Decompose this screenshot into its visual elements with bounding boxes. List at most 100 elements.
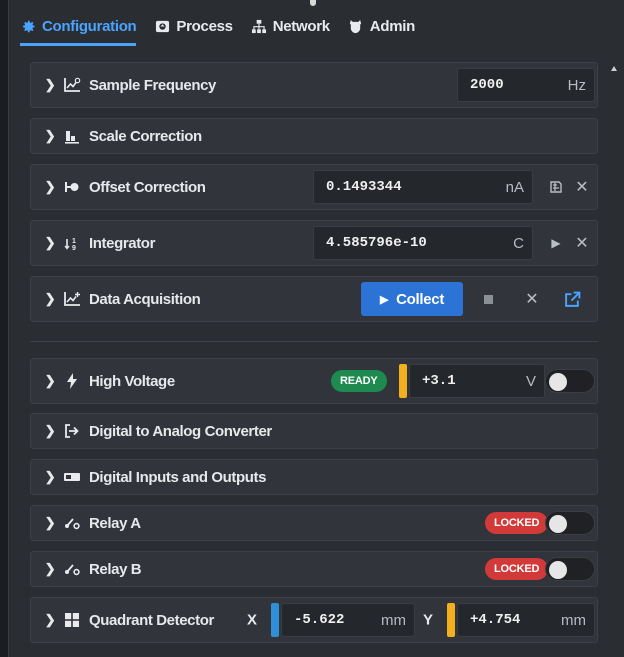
stop-icon[interactable] xyxy=(477,288,499,310)
tab-admin[interactable]: Admin xyxy=(348,18,415,43)
row-label: Digital to Analog Converter xyxy=(89,422,272,440)
scale-icon xyxy=(63,127,81,145)
row-label: Relay B xyxy=(89,560,142,578)
row-dio[interactable]: ❯ Digital Inputs and Outputs xyxy=(30,459,598,495)
relay-b-toggle[interactable] xyxy=(545,557,595,581)
field-unit: nA xyxy=(505,178,524,196)
row-label: Integrator xyxy=(89,234,156,252)
scrollbar[interactable] xyxy=(608,62,620,657)
window-grip[interactable] xyxy=(310,0,316,6)
row-relay-b[interactable]: ❯ Relay B LOCKED xyxy=(30,551,598,587)
gear-icon xyxy=(20,19,36,35)
row-offset-correction[interactable]: ❯ Offset Correction 0.1493344 nA ✕ xyxy=(30,164,598,210)
field-unit: mm xyxy=(381,611,406,629)
process-icon xyxy=(154,19,170,35)
external-link-icon[interactable] xyxy=(561,288,583,310)
y-level-bar xyxy=(447,603,455,637)
svg-text:9: 9 xyxy=(72,245,76,251)
high-voltage-toggle[interactable] xyxy=(545,369,595,393)
row-dac[interactable]: ❯ Digital to Analog Converter xyxy=(30,413,598,449)
chevron-right-icon: ❯ xyxy=(44,235,56,250)
integral-sort-icon: 19 xyxy=(63,234,81,252)
relay-switch-icon xyxy=(63,514,81,532)
row-scale-correction[interactable]: ❯ Scale Correction xyxy=(30,118,598,154)
network-icon xyxy=(251,19,267,35)
row-label: Scale Correction xyxy=(89,127,202,145)
field-value: 0.1493344 xyxy=(326,179,402,195)
row-sample-frequency[interactable]: ❯ Sample Frequency 2000 Hz xyxy=(30,62,598,108)
close-icon[interactable]: ✕ xyxy=(571,232,593,254)
chevron-right-icon: ❯ xyxy=(44,612,56,627)
chevron-right-icon: ❯ xyxy=(44,77,56,92)
field-value: 2000 xyxy=(470,77,504,93)
tab-process-label: Process xyxy=(176,18,233,35)
offset-correction-input[interactable]: 0.1493344 nA xyxy=(313,170,533,204)
auto-zero-icon[interactable] xyxy=(545,176,567,198)
field-value: +3.1 xyxy=(422,373,456,389)
chevron-right-icon: ❯ xyxy=(44,291,56,306)
row-label: Digital Inputs and Outputs xyxy=(89,468,267,486)
y-axis-label: Y xyxy=(423,611,434,629)
relay-a-toggle[interactable] xyxy=(545,511,595,535)
x-axis-label: X xyxy=(247,611,258,629)
close-icon[interactable]: ✕ xyxy=(521,288,543,310)
status-badge: READY xyxy=(331,370,387,392)
toggle-knob xyxy=(549,515,567,533)
status-badge: LOCKED xyxy=(485,512,549,534)
grid-icon xyxy=(63,611,81,629)
quadrant-x-input[interactable]: -5.622 mm xyxy=(281,603,415,637)
row-label: Relay A xyxy=(89,514,141,532)
field-unit: Hz xyxy=(567,76,586,94)
row-high-voltage[interactable]: ❯ High Voltage READY +3.1 V xyxy=(30,358,598,404)
field-value: 4.585796e-10 xyxy=(326,235,427,251)
admin-icon xyxy=(348,19,364,35)
quadrant-y-input[interactable]: +4.754 mm xyxy=(457,603,595,637)
field-unit: C xyxy=(513,234,524,252)
scroll-up-icon[interactable] xyxy=(611,66,617,71)
field-unit: V xyxy=(525,372,536,390)
tab-admin-label: Admin xyxy=(369,18,415,35)
play-icon[interactable]: ▶ xyxy=(545,232,567,254)
toggle-off-icon xyxy=(63,468,81,486)
chevron-right-icon: ❯ xyxy=(44,515,56,530)
svg-text:1: 1 xyxy=(72,238,76,245)
row-quadrant-detector[interactable]: ❯ Quadrant Detector X -5.622 mm Y +4.754… xyxy=(30,597,598,643)
status-badge: LOCKED xyxy=(485,558,549,580)
row-label: Offset Correction xyxy=(89,178,206,196)
sample-frequency-input[interactable]: 2000 Hz xyxy=(457,68,595,102)
field-value: +4.754 xyxy=(470,612,521,628)
tab-bar: Configuration Process Network Admin xyxy=(20,18,415,50)
chevron-right-icon: ❯ xyxy=(44,373,56,388)
chevron-right-icon: ❯ xyxy=(44,179,56,194)
tab-network[interactable]: Network xyxy=(251,18,330,43)
lightning-icon xyxy=(63,372,81,390)
chevron-right-icon: ❯ xyxy=(44,423,56,438)
row-label: Sample Frequency xyxy=(89,76,216,94)
section-divider xyxy=(30,341,598,342)
close-icon[interactable]: ✕ xyxy=(571,176,593,198)
row-label: Quadrant Detector xyxy=(89,611,214,629)
toggle-knob xyxy=(549,561,567,579)
chevron-right-icon: ❯ xyxy=(44,469,56,484)
tab-network-label: Network xyxy=(272,18,330,35)
tab-configuration[interactable]: Configuration xyxy=(20,18,137,46)
field-unit: mm xyxy=(561,611,586,629)
row-data-acquisition[interactable]: ❯ Data Acquisition ▶ Collect ✕ xyxy=(30,276,598,322)
collect-button[interactable]: ▶ Collect xyxy=(361,282,463,316)
row-relay-a[interactable]: ❯ Relay A LOCKED xyxy=(30,505,598,541)
high-voltage-input[interactable]: +3.1 V xyxy=(409,364,545,398)
row-label: High Voltage xyxy=(89,372,175,390)
chevron-right-icon: ❯ xyxy=(44,561,56,576)
sign-out-icon xyxy=(63,422,81,440)
collect-button-label: Collect xyxy=(396,290,445,308)
chevron-right-icon: ❯ xyxy=(44,128,56,143)
tab-process[interactable]: Process xyxy=(154,18,233,43)
tab-configuration-label: Configuration xyxy=(42,18,137,35)
level-indicator-bar xyxy=(399,364,407,398)
integrator-input[interactable]: 4.585796e-10 C xyxy=(313,226,533,260)
field-value: -5.622 xyxy=(294,612,345,628)
row-integrator[interactable]: ❯ 19 Integrator 4.585796e-10 C ▶ ✕ xyxy=(30,220,598,266)
play-icon: ▶ xyxy=(379,293,389,306)
offset-icon xyxy=(63,178,81,196)
chart-add-icon xyxy=(63,290,81,308)
